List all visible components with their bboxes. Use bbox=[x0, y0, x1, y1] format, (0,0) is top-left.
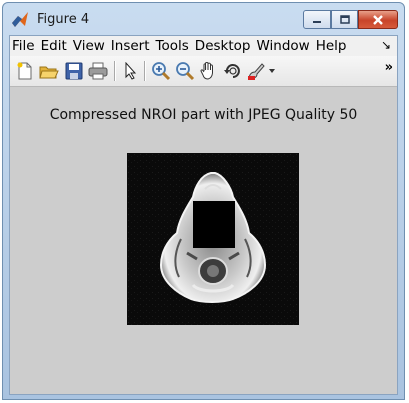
minimize-icon bbox=[313, 20, 321, 23]
menu-bar: File Edit View Insert Tools Desktop Wind… bbox=[10, 36, 397, 56]
maximize-button[interactable] bbox=[331, 10, 358, 29]
axes-title: Compressed NROI part with JPEG Quality 5… bbox=[49, 107, 358, 123]
menu-tools[interactable]: Tools bbox=[153, 36, 192, 56]
close-icon bbox=[373, 14, 383, 25]
save-icon bbox=[65, 62, 83, 80]
zoom-out-button[interactable] bbox=[174, 60, 196, 82]
toolbar-separator bbox=[114, 61, 116, 81]
brush-dropdown-arrow[interactable] bbox=[266, 60, 278, 82]
close-button[interactable] bbox=[358, 10, 398, 29]
window-title: Figure 4 bbox=[37, 12, 90, 27]
zoom-in-button[interactable] bbox=[150, 60, 172, 82]
menu-view[interactable]: View bbox=[70, 36, 108, 56]
new-figure-icon bbox=[17, 62, 32, 80]
zoom-out-icon bbox=[176, 62, 195, 81]
menu-edit[interactable]: Edit bbox=[38, 36, 70, 56]
zoom-in-icon bbox=[152, 62, 171, 81]
menu-overflow-icon[interactable]: ↘ bbox=[381, 38, 391, 52]
menu-insert[interactable]: Insert bbox=[108, 36, 153, 56]
data-cursor-brush-icon bbox=[248, 63, 265, 80]
data-brush-button[interactable] bbox=[246, 60, 268, 82]
menu-help[interactable]: Help bbox=[313, 36, 350, 56]
open-file-icon bbox=[39, 66, 59, 79]
figure-client-area: File Edit View Insert Tools Desktop Wind… bbox=[9, 35, 398, 395]
new-figure-button[interactable] bbox=[14, 60, 36, 82]
toolbar-separator bbox=[144, 61, 146, 81]
rotate-3d-icon bbox=[224, 64, 240, 78]
figure-canvas: Compressed NROI part with JPEG Quality 5… bbox=[10, 87, 397, 394]
ct-head-scan-image bbox=[127, 153, 299, 325]
maximize-icon bbox=[339, 14, 350, 24]
save-button[interactable] bbox=[63, 60, 85, 82]
edit-plot-button[interactable] bbox=[120, 60, 142, 82]
pan-button[interactable] bbox=[198, 60, 220, 82]
minimize-button[interactable] bbox=[303, 10, 331, 29]
print-button[interactable] bbox=[87, 60, 109, 82]
edit-plot-arrow-icon bbox=[125, 62, 137, 80]
title-bar[interactable]: Figure 4 bbox=[3, 3, 404, 35]
rotate-3d-button[interactable] bbox=[222, 60, 244, 82]
matlab-logo-icon bbox=[12, 12, 28, 27]
print-icon bbox=[88, 62, 108, 80]
menu-file[interactable]: File bbox=[10, 36, 38, 56]
figure-toolbar: » bbox=[10, 56, 397, 87]
figure-window: Figure 4 File Edit View Insert Tools Des… bbox=[2, 2, 405, 400]
menu-desktop[interactable]: Desktop bbox=[192, 36, 254, 56]
mri-image-axes bbox=[127, 153, 299, 325]
open-file-button[interactable] bbox=[38, 60, 60, 82]
pan-hand-icon bbox=[200, 62, 213, 80]
chevron-down-icon bbox=[269, 69, 275, 73]
menu-window[interactable]: Window bbox=[253, 36, 312, 56]
toolbar-overflow-icon[interactable]: » bbox=[385, 60, 393, 75]
